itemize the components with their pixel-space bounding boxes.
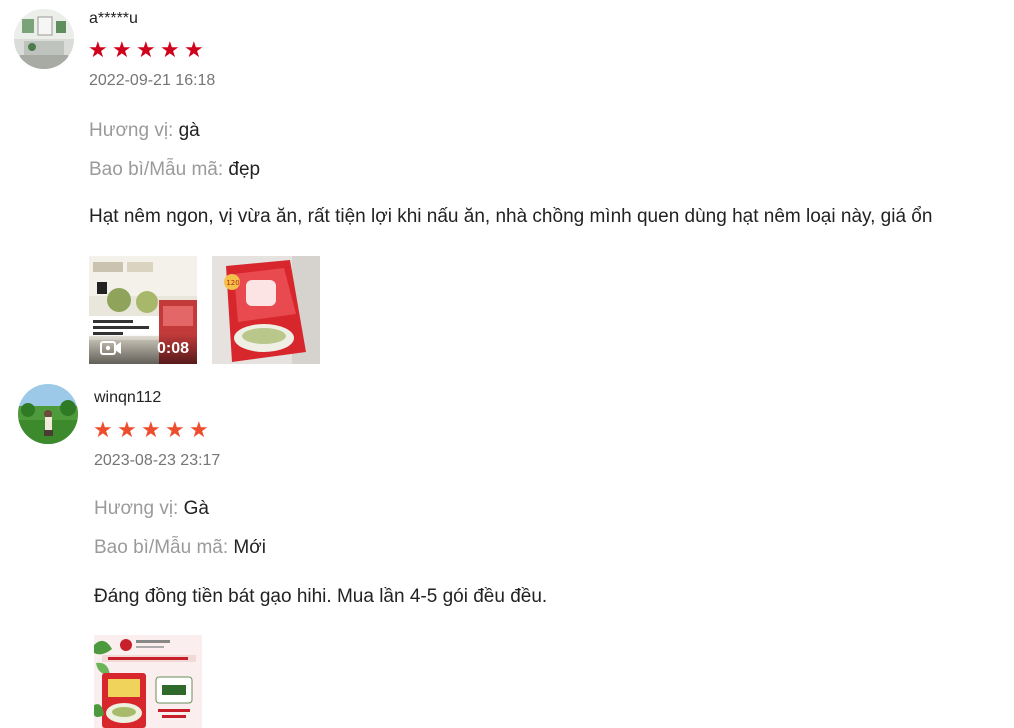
star-icon: ★ [88,37,108,62]
star-icon: ★ [112,37,132,62]
star-icon: ★ [184,37,204,62]
flavor-attribute: Hương vị: Gà [94,498,209,520]
attribute-label: Hương vị: [94,498,179,519]
attribute-value: Gà [183,498,209,519]
star-icon: ★ [136,37,156,62]
star-icon: ★ [160,37,180,62]
star-icon: ★ [165,417,185,442]
rating-stars: ★ ★ ★ ★ ★ [93,418,212,442]
video-camera-icon [100,341,121,355]
svg-text:120: 120 [226,279,239,287]
review-video-thumbnail[interactable]: 0:08 [89,256,197,364]
review-image-thumbnail[interactable]: 120 [212,256,320,364]
flavor-attribute: Hương vị: gà [89,120,200,142]
packaging-attribute: Bao bì/Mẫu mã: đẹp [89,159,260,181]
packaging-attribute: Bao bì/Mẫu mã: Mới [94,537,266,559]
reviewer-username[interactable]: winqn112 [94,389,161,407]
review-image-thumbnail[interactable] [94,635,202,728]
rating-stars: ★ ★ ★ ★ ★ [88,38,207,62]
avatar[interactable] [18,384,78,444]
attribute-value: đẹp [228,159,261,180]
review-timestamp: 2022-09-21 16:18 [89,72,216,89]
star-icon: ★ [117,417,137,442]
attribute-value: gà [178,120,200,141]
review-timestamp: 2023-08-23 23:17 [94,452,221,469]
attribute-label: Bao bì/Mẫu mã: [89,159,224,180]
video-duration: 0:08 [156,340,189,357]
avatar[interactable] [14,9,74,69]
star-icon: ★ [141,417,161,442]
reviewer-username[interactable]: a*****u [89,10,138,28]
review-comment: Hạt nêm ngon, vị vừa ăn, rất tiện lợi kh… [89,206,933,227]
attribute-label: Bao bì/Mẫu mã: [94,537,229,558]
review-comment: Đáng đồng tiền bát gạo hihi. Mua lần 4-5… [94,586,548,607]
star-icon: ★ [189,417,209,442]
attribute-label: Hương vị: [89,120,174,141]
attribute-value: Mới [233,537,266,558]
star-icon: ★ [93,417,113,442]
